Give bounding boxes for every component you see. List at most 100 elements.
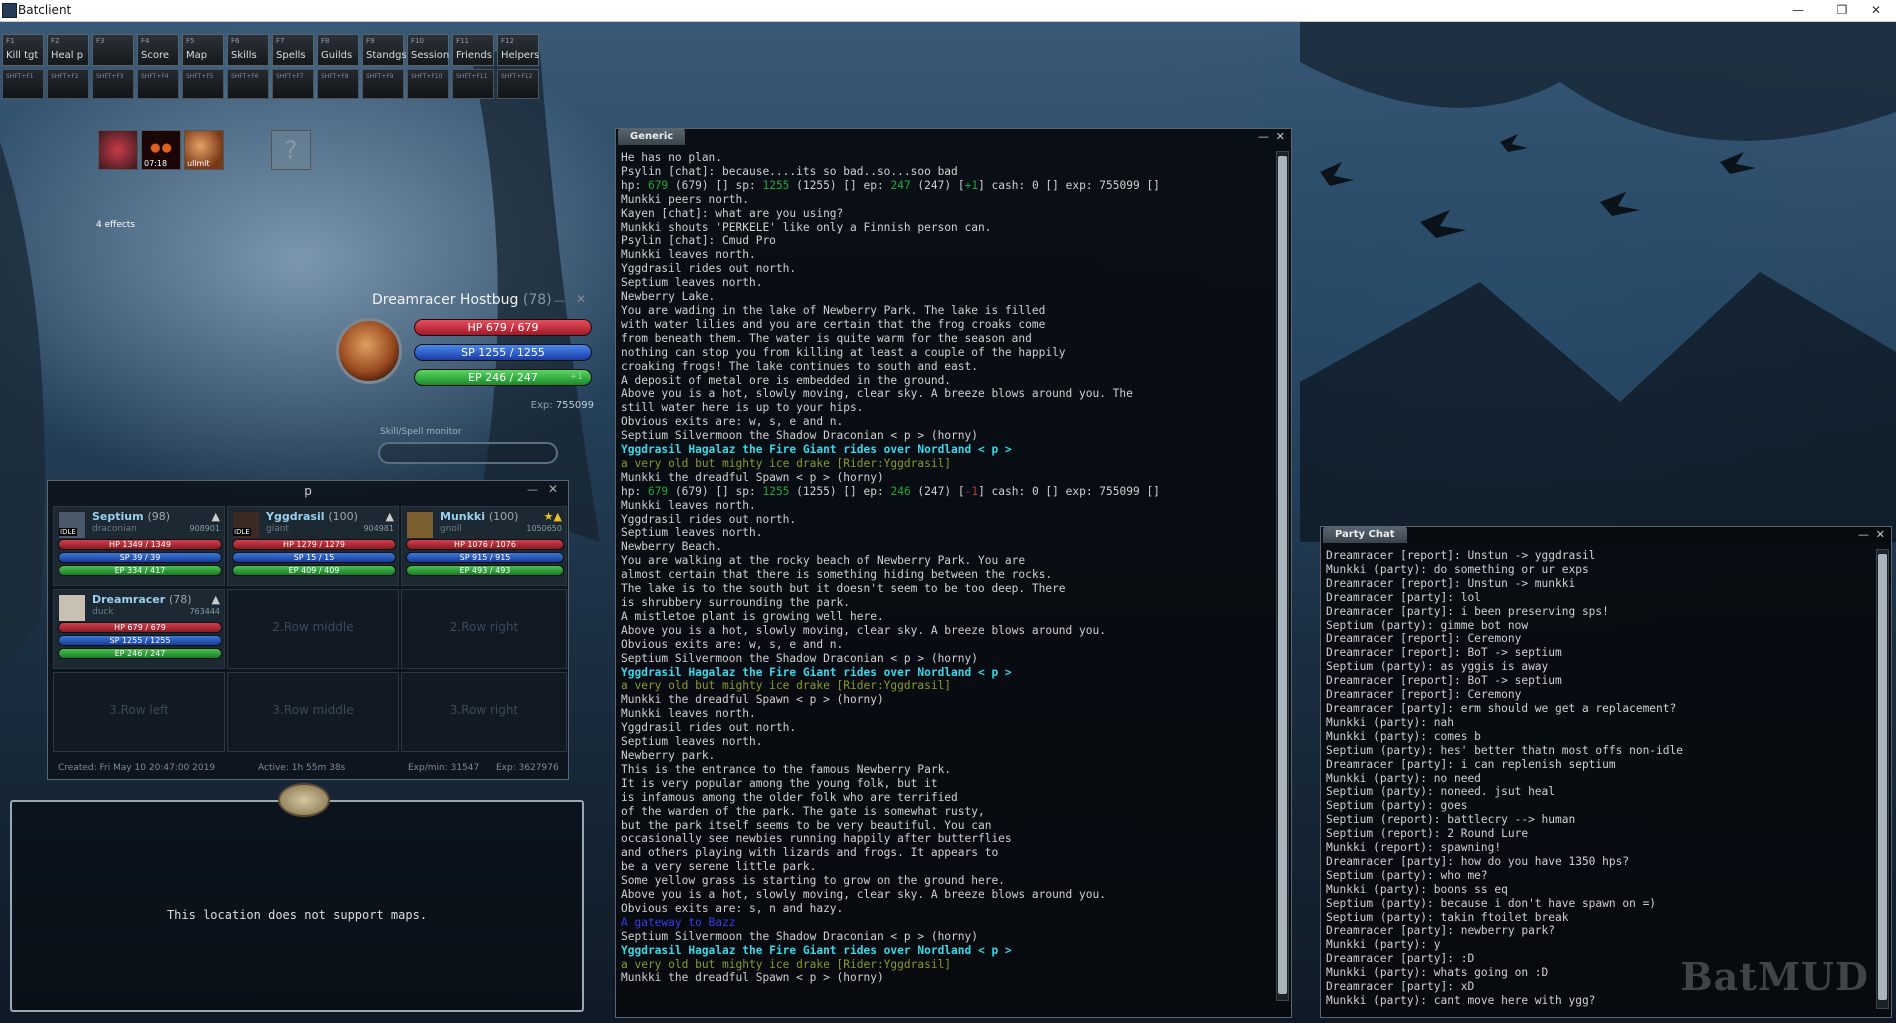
skill-monitor-bar	[378, 442, 558, 464]
output-line: Yggdrasil rides out north.	[621, 262, 797, 276]
output-line: Munkki the dreadful Spawn < p > (horny)	[621, 971, 884, 985]
eyes-icon[interactable]: 07:18	[141, 130, 181, 170]
skey-f11[interactable]: SHFT+F11	[452, 69, 494, 99]
output-line: Yggdrasil Hagalaz the Fire Giant rides o…	[621, 443, 1012, 457]
player-status-panel: Dreamracer Hostbug (78) — ✕ HP 679 / 679…	[332, 286, 598, 426]
skey-f1[interactable]: SHFT+F1	[2, 69, 44, 99]
fkey-f6[interactable]: F6 Skills	[227, 34, 269, 66]
party-chat-text: Dreamracer [report]: Unstun -> yggdrasil…	[1326, 549, 1683, 1008]
output-line: Above you is a hot, slowly moving, clear…	[621, 387, 1133, 401]
minimize-icon[interactable]: —	[554, 294, 565, 307]
player-hp-bar: HP 679 / 679	[414, 319, 592, 336]
fkey-f5[interactable]: F5 Map	[182, 34, 224, 66]
skey-f6[interactable]: SHFT+F6	[227, 69, 269, 99]
party-expmin: Exp/min: 31547	[408, 763, 480, 773]
minimize-icon[interactable]: —	[527, 483, 538, 496]
skey-f3[interactable]: SHFT+F3	[92, 69, 134, 99]
party-slot-2-right[interactable]: 2.Row right	[401, 589, 567, 669]
output-line: from beneath them. The water is quite wa…	[621, 331, 1032, 345]
minimize-icon[interactable]: —	[1258, 130, 1269, 143]
party-slot-3-left[interactable]: 3.Row left	[53, 672, 225, 752]
fkey-f4[interactable]: F4 Score	[137, 34, 179, 66]
minimize-icon[interactable]: —	[1858, 528, 1869, 541]
skey-f2[interactable]: SHFT+F2	[47, 69, 89, 99]
question-icon[interactable]: ?	[271, 130, 311, 170]
player-level: (78)	[522, 292, 552, 308]
output-line: A deposit of metal ore is embedded in th…	[621, 373, 952, 387]
output-line: Septium leaves north.	[621, 735, 763, 749]
chat-line: Septium (party): who me?	[1326, 868, 1488, 882]
close-icon[interactable]: ✕	[1276, 130, 1285, 143]
fkey-f10[interactable]: F10 Session	[407, 34, 449, 66]
party-member-dreamracer[interactable]: Dreamracer (78) ▲ duck 763444 HP 679 / 6…	[53, 589, 225, 669]
close-icon[interactable]: ✕	[548, 482, 558, 496]
chat-line: Dreamracer [report]: Unstun -> munkki	[1326, 576, 1576, 590]
close-button[interactable]: ✕	[1856, 1, 1896, 19]
party-created: Created: Fri May 10 20:47:00 2019	[58, 763, 216, 773]
fkey-f8[interactable]: F8 Guilds	[317, 34, 359, 66]
output-line: Obvious exits are: s, n and hazy.	[621, 901, 844, 915]
avatar	[406, 511, 434, 539]
moon-icon[interactable]: ulimit	[184, 130, 224, 170]
fkey-f12[interactable]: F12 Helpers	[497, 34, 539, 66]
tab-generic[interactable]: Generic	[618, 128, 686, 145]
scroll-thumb[interactable]	[1278, 156, 1287, 994]
flag-icon: ▲	[211, 593, 220, 606]
skey-f5[interactable]: SHFT+F5	[182, 69, 224, 99]
generic-text: He has no plan. Psylin [chat]: because...…	[621, 151, 1160, 985]
chat-line: Munkki (party): whats going on :D	[1326, 966, 1549, 980]
tab-party-chat[interactable]: Party Chat	[1323, 526, 1407, 543]
fkey-f11[interactable]: F11 Friends	[452, 34, 494, 66]
skey-f8[interactable]: SHFT+F8	[317, 69, 359, 99]
output-line: hp: 679 (679) [] sp: 1255 (1255) [] ep: …	[621, 484, 1160, 498]
party-member-septium[interactable]: IDLE Septium (98) ▲ draconian 908901 HP …	[53, 506, 225, 586]
fkey-f7[interactable]: F7 Spells	[272, 34, 314, 66]
chat-line: Septium (party): goes	[1326, 799, 1468, 813]
output-line: hp: 679 (679) [] sp: 1255 (1255) [] ep: …	[621, 178, 1160, 192]
ep-delta: +1	[569, 372, 583, 382]
party-slot-3-middle[interactable]: 3.Row middle	[227, 672, 399, 752]
chat-line: Septium (party): as yggis is away	[1326, 660, 1549, 674]
idle-badge: IDLE	[59, 528, 77, 536]
chat-line: Septium (report): battlecry --> human	[1326, 813, 1576, 827]
chat-line: Septium (report): 2 Round Lure	[1326, 827, 1529, 841]
output-line: occasionally see newbies running happily…	[621, 832, 1012, 846]
scroll-thumb[interactable]	[1878, 554, 1887, 1000]
fkey-f9[interactable]: F9 Standgs	[362, 34, 407, 66]
close-icon[interactable]: ✕	[1876, 528, 1885, 541]
fkey-f3[interactable]: F3	[92, 34, 134, 66]
party-slot-3-right[interactable]: 3.Row right	[401, 672, 567, 752]
party-member-munkki[interactable]: Munkki (100) ★▲ gnoll 1050650 HP 1076 / …	[401, 506, 567, 586]
skey-f7[interactable]: SHFT+F7	[272, 69, 314, 99]
output-line: Septium leaves north.	[621, 276, 763, 290]
close-icon[interactable]: ✕	[576, 292, 586, 306]
party-exp: Exp: 3627976	[496, 763, 559, 773]
skey-f12[interactable]: SHFT+F12	[497, 69, 539, 99]
skey-f10[interactable]: SHFT+F10	[407, 69, 449, 99]
skey-f4[interactable]: SHFT+F4	[137, 69, 179, 99]
party-member-yggdrasil[interactable]: IDLE Yggdrasil (100) ▲ giant 904981 HP 1…	[227, 506, 399, 586]
fkey-f2[interactable]: F2 Heal p	[47, 34, 89, 66]
chat-line: Munkki (party): comes b	[1326, 729, 1481, 743]
output-line: It is very popular among the young folk,…	[621, 776, 938, 790]
player-name: Dreamracer Hostbug	[372, 292, 519, 308]
generic-output-window: Generic — ✕ He has no plan. Psylin [chat]…	[615, 128, 1292, 1018]
generic-scrollbar[interactable]	[1276, 151, 1289, 1001]
chat-line: Dreamracer [party]: erm should we get a …	[1326, 701, 1677, 715]
minimize-button[interactable]: —	[1778, 1, 1818, 19]
output-line: be a very serene little park.	[621, 860, 817, 874]
output-line: is shrubbery surrounding the park.	[621, 596, 851, 609]
party-chat-scrollbar[interactable]	[1876, 549, 1889, 1009]
heart-icon[interactable]	[98, 130, 138, 170]
skey-f9[interactable]: SHFT+F9	[362, 69, 404, 99]
chat-line: Munkki (report): spawning!	[1326, 841, 1502, 855]
fkey-f1[interactable]: F1 Kill tgt	[2, 34, 44, 66]
party-slot-2-middle[interactable]: 2.Row middle	[227, 589, 399, 669]
output-line: A gateway to Bazz	[621, 915, 736, 929]
party-active: Active: 1h 55m 38s	[258, 763, 346, 773]
output-line: and others playing with lizards and frog…	[621, 846, 999, 860]
chat-line: Dreamracer [party]: i can replenish sept…	[1326, 757, 1616, 771]
output-line: Munkki the dreadful Spawn < p > (horny)	[621, 693, 884, 707]
output-line: almost certain that there is something h…	[621, 568, 1053, 582]
output-line: but the park itself seems to be very bea…	[621, 818, 992, 832]
